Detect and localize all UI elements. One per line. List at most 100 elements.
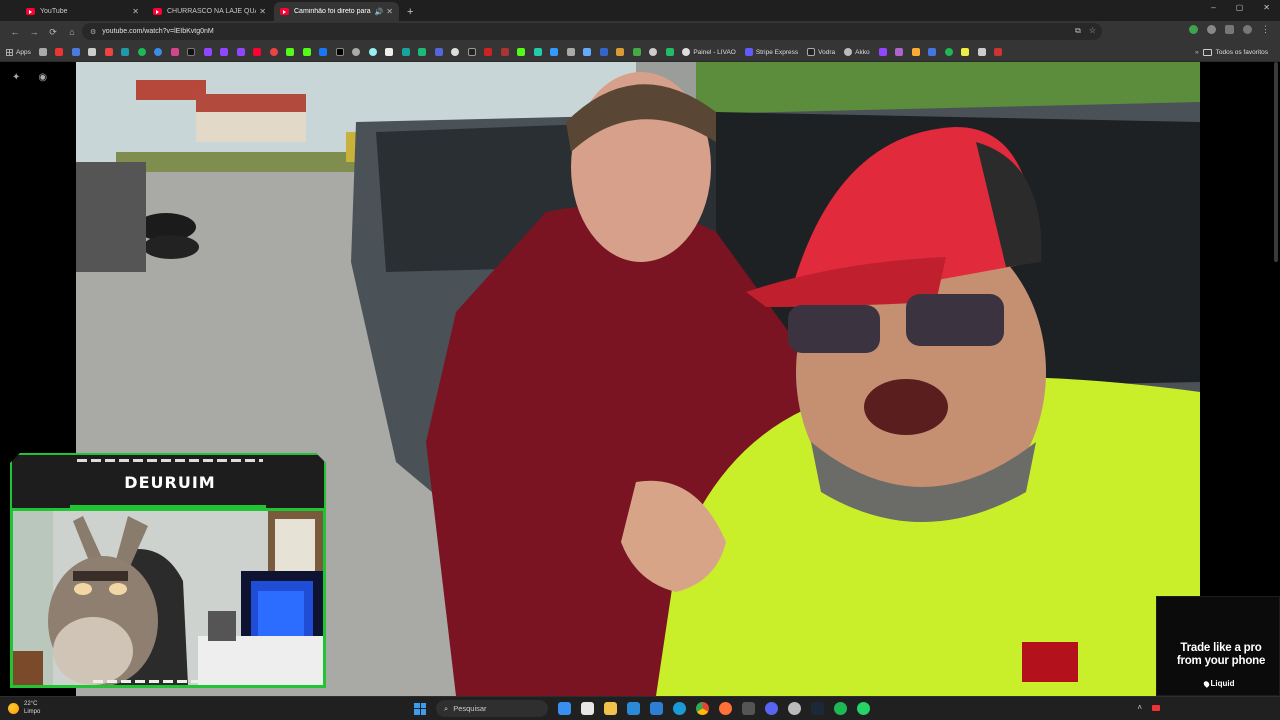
instagram-icon[interactable] [170, 48, 179, 56]
address-bar[interactable]: ⚙ youtube.com/watch?v=lEIbKvtg0nM ⧉ ☆ [82, 23, 1102, 40]
bookmark-vodra[interactable]: Vodra [807, 48, 835, 56]
steam-icon[interactable] [811, 702, 824, 715]
bookmark-icon[interactable] [944, 48, 953, 56]
bookmark-icon[interactable] [550, 48, 559, 56]
task-view-icon[interactable] [581, 702, 594, 715]
bookmark-painel[interactable]: Painel - LIVAO [682, 48, 736, 56]
close-icon[interactable]: ✕ [132, 7, 139, 16]
tray-app-icon[interactable] [1152, 704, 1160, 711]
tab-churrasco[interactable]: CHURRASCO NA LAJE QUASE DEU ✕ [147, 2, 272, 21]
back-button[interactable]: ← [8, 27, 22, 37]
bookmark-icon[interactable] [500, 48, 509, 56]
new-tab-button[interactable]: + [407, 6, 413, 18]
forward-button[interactable]: → [27, 27, 41, 37]
bookmark-icon[interactable] [583, 48, 592, 56]
bookmark-icon[interactable] [895, 48, 904, 56]
close-window-button[interactable]: ✕ [1263, 3, 1270, 12]
apps-bookmark[interactable]: Apps [6, 48, 31, 56]
store-icon[interactable] [650, 702, 663, 715]
grid-icon[interactable] [38, 48, 47, 56]
bookmark-icon[interactable] [961, 48, 970, 56]
spotify-icon[interactable] [137, 48, 146, 56]
x-icon[interactable] [335, 48, 344, 56]
file-explorer-icon[interactable] [604, 702, 617, 715]
bookmark-icon[interactable] [928, 48, 937, 56]
bookmark-icon[interactable] [55, 48, 64, 56]
scrollbar[interactable] [1274, 62, 1278, 262]
menu-icon[interactable]: ⋮ [1261, 24, 1270, 35]
bookmark-icon[interactable] [269, 48, 278, 56]
bookmark-icon[interactable] [451, 48, 460, 56]
bookmark-icon[interactable] [88, 48, 97, 56]
bookmark-icon[interactable] [533, 48, 542, 56]
copilot-icon[interactable] [558, 702, 571, 715]
bookmark-icon[interactable] [104, 48, 113, 56]
close-icon[interactable]: ✕ [386, 7, 393, 16]
kick-icon[interactable] [286, 48, 295, 56]
bookmark-stripe[interactable]: Stripe Express [744, 48, 798, 56]
extension-icon[interactable] [1207, 25, 1216, 34]
speaker-icon[interactable]: 🔊 [375, 8, 384, 16]
site-info-icon[interactable]: ⚙ [90, 28, 96, 36]
bookmark-icon[interactable] [467, 48, 476, 56]
magic-wand-icon[interactable]: ✦ [12, 72, 20, 83]
kick-icon[interactable] [302, 48, 311, 56]
bookmark-icon[interactable] [632, 48, 641, 56]
ad-card[interactable]: Trade like a pro from your phone Liquid [1156, 596, 1280, 696]
camera-icon[interactable]: ◉ [38, 72, 47, 83]
bookmark-icon[interactable] [977, 48, 986, 56]
bookmark-icon[interactable] [368, 48, 377, 56]
chevron-up-icon[interactable]: ˄ [1137, 703, 1142, 712]
home-button[interactable]: ⌂ [65, 27, 79, 37]
all-bookmarks[interactable]: » Todos os favoritos [1195, 48, 1268, 56]
firefox-icon[interactable] [719, 702, 732, 715]
edge-icon[interactable] [673, 702, 686, 715]
weather-widget[interactable]: 22°C Limpo [8, 700, 40, 716]
bookmark-icon[interactable] [121, 48, 130, 56]
bookmark-icon[interactable] [599, 48, 608, 56]
twitch-icon[interactable] [236, 48, 245, 56]
bookmark-icon[interactable] [517, 48, 526, 56]
taskbar-search[interactable]: ⌕ Pesquisar [436, 700, 548, 717]
spotify-icon[interactable] [834, 702, 847, 715]
bookmark-icon[interactable] [401, 48, 410, 56]
bookmark-icon[interactable] [566, 48, 575, 56]
bookmark-icon[interactable] [154, 48, 163, 56]
bookmark-icon[interactable] [649, 48, 658, 56]
tiktok-icon[interactable] [187, 48, 196, 56]
windows-start-icon[interactable] [414, 702, 426, 715]
bookmark-icon[interactable] [665, 48, 674, 56]
bookmark-icon[interactable] [418, 48, 427, 56]
install-icon[interactable]: ⧉ [1075, 26, 1081, 36]
twitch-icon[interactable] [203, 48, 212, 56]
app-icon[interactable] [742, 702, 755, 715]
facebook-icon[interactable] [319, 48, 328, 56]
bookmark-icon[interactable] [616, 48, 625, 56]
puzzle-icon[interactable] [1225, 25, 1234, 34]
tab-youtube[interactable]: YouTube ✕ [20, 2, 145, 21]
bookmark-akko[interactable]: Akko [844, 48, 870, 56]
close-icon[interactable]: ✕ [259, 7, 266, 16]
star-icon[interactable]: ☆ [1089, 26, 1096, 36]
twitch-icon[interactable] [220, 48, 229, 56]
whatsapp-icon[interactable] [857, 702, 870, 715]
discord-icon[interactable] [765, 702, 778, 715]
minimize-button[interactable]: – [1211, 3, 1215, 12]
bookmark-icon[interactable] [484, 48, 493, 56]
bookmark-icon[interactable] [434, 48, 443, 56]
bookmark-icon[interactable] [352, 48, 361, 56]
tab-caminhao[interactable]: Caminhão foi direto para a 🔊 ✕ [274, 2, 399, 21]
bookmark-icon[interactable] [994, 48, 1003, 56]
chrome-icon[interactable] [696, 702, 709, 715]
youtube-icon[interactable] [253, 48, 262, 56]
profile-icon[interactable] [1243, 25, 1252, 34]
app-icon[interactable] [788, 702, 801, 715]
bookmark-icon[interactable] [878, 48, 887, 56]
reload-button[interactable]: ⟳ [46, 27, 60, 38]
bookmark-icon[interactable] [385, 48, 394, 56]
bookmark-icon[interactable] [911, 48, 920, 56]
maximize-button[interactable]: ▢ [1236, 3, 1244, 12]
extension-icon[interactable] [1189, 25, 1198, 34]
bookmark-icon[interactable] [71, 48, 80, 56]
mail-icon[interactable] [627, 702, 640, 715]
